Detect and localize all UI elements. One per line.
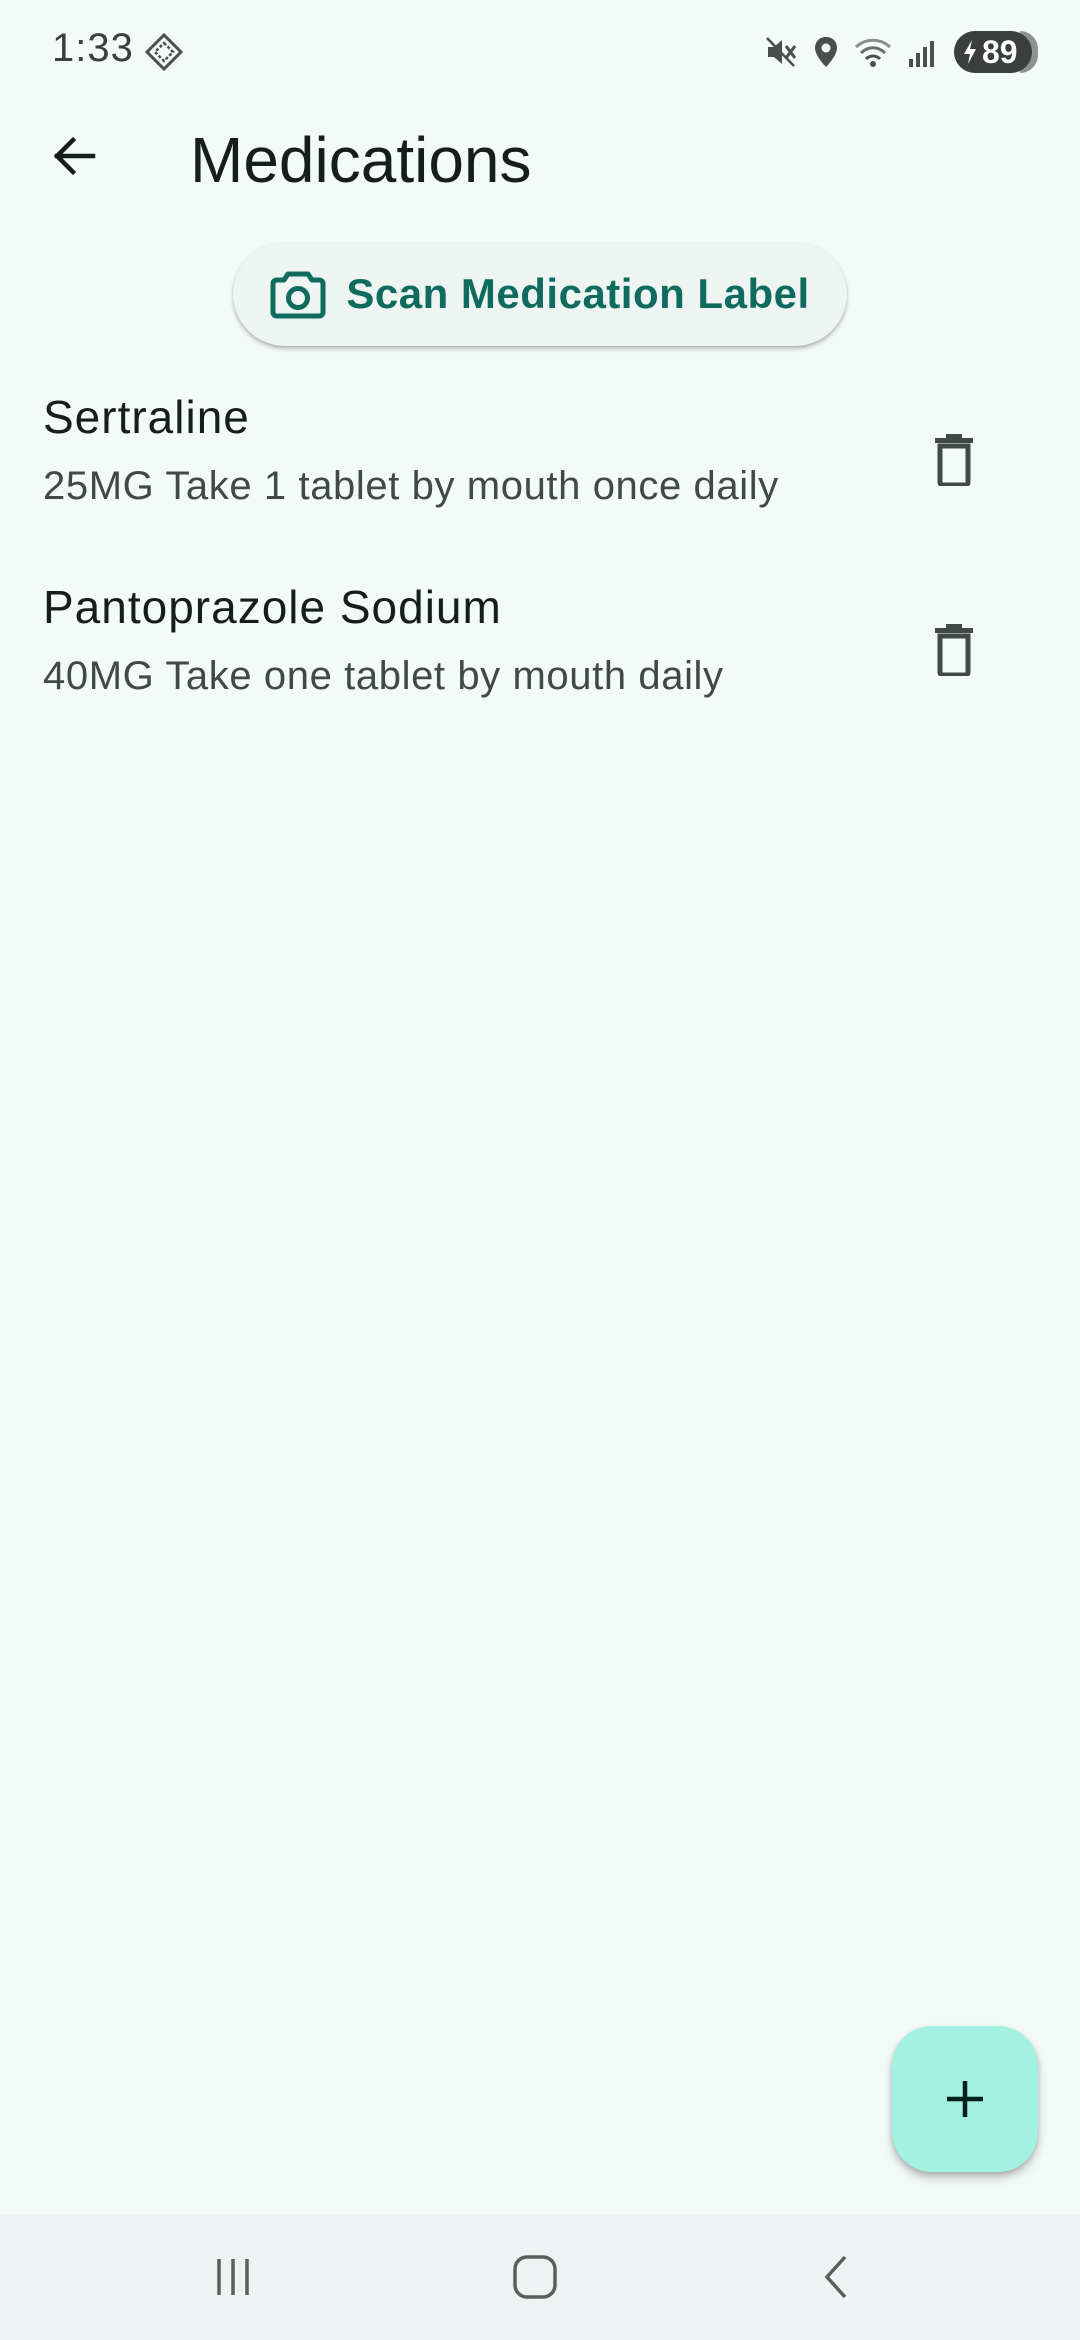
- mute-icon: [764, 35, 798, 69]
- back-icon: [824, 2255, 847, 2299]
- wifi-icon: [854, 35, 892, 69]
- add-medication-button[interactable]: [892, 2026, 1038, 2172]
- scan-medication-label-button[interactable]: Scan Medication Label: [233, 242, 847, 346]
- status-icons: 89: [764, 30, 1038, 74]
- battery-charging-icon: [964, 40, 976, 64]
- list-item[interactable]: Pantoprazole Sodium 40MG Take one tablet…: [0, 562, 1080, 752]
- page-title: Medications: [190, 124, 532, 196]
- camera-icon: [270, 271, 326, 319]
- back-button[interactable]: [36, 118, 112, 194]
- medication-name: Pantoprazole Sodium: [43, 581, 502, 633]
- system-navigation-bar: [0, 2214, 1080, 2340]
- medication-details: 40MG Take one tablet by mouth daily: [43, 654, 724, 698]
- medication-name: Sertraline: [43, 391, 250, 443]
- arrow-back-icon: [53, 136, 96, 176]
- recent-apps-button[interactable]: [193, 2244, 273, 2310]
- status-bar: 1:33 89: [0, 0, 1080, 100]
- delete-button[interactable]: [916, 612, 992, 688]
- medication-details: 25MG Take 1 tablet by mouth once daily: [43, 464, 779, 508]
- notification-diamond-icon: [144, 32, 184, 72]
- status-time: 1:33: [52, 26, 134, 70]
- scan-button-label: Scan Medication Label: [346, 270, 810, 317]
- delete-icon: [935, 624, 973, 676]
- delete-icon: [935, 434, 973, 486]
- recent-apps-icon: [217, 2259, 249, 2295]
- battery-level: 89: [982, 33, 1018, 70]
- medication-list: Sertraline 25MG Take 1 tablet by mouth o…: [0, 372, 1080, 752]
- app-bar: Medications: [0, 100, 1080, 220]
- location-icon: [812, 35, 840, 69]
- home-button[interactable]: [495, 2244, 575, 2310]
- nav-back-button[interactable]: [797, 2244, 877, 2310]
- plus-icon: [947, 2081, 983, 2117]
- delete-button[interactable]: [916, 422, 992, 498]
- signal-icon: [906, 35, 940, 69]
- home-icon: [513, 2255, 557, 2299]
- battery-indicator: 89: [954, 31, 1038, 73]
- list-item[interactable]: Sertraline 25MG Take 1 tablet by mouth o…: [0, 372, 1080, 562]
